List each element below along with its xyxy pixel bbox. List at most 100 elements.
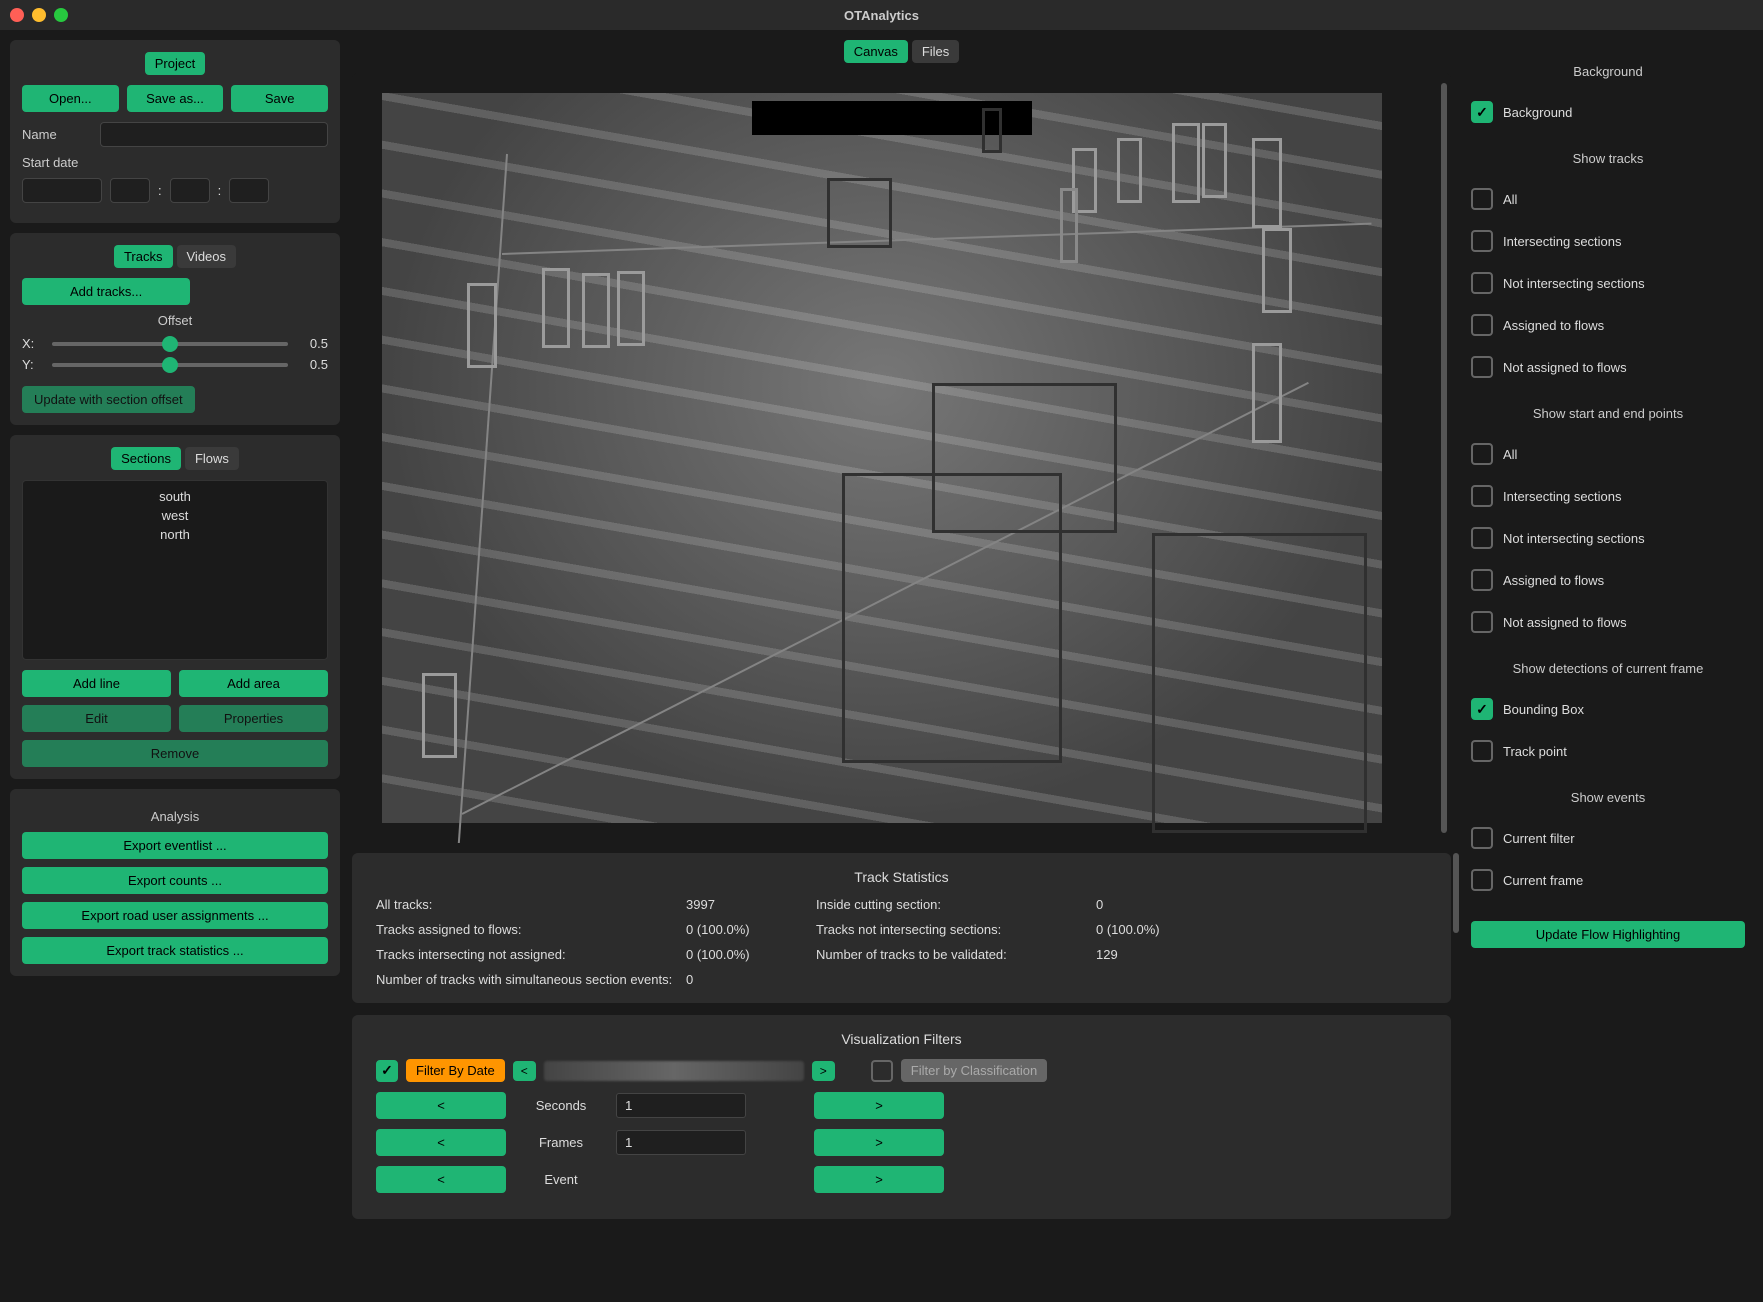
tab-flows[interactable]: Flows (185, 447, 239, 470)
tracks-not-assigned-checkbox[interactable] (1471, 356, 1493, 378)
tab-tracks[interactable]: Tracks (114, 245, 173, 268)
properties-button[interactable]: Properties (179, 705, 328, 732)
endpoints-intersecting-row[interactable]: Intersecting sections (1471, 485, 1745, 507)
offset-y-slider[interactable] (52, 363, 288, 367)
close-window-button[interactable] (10, 8, 24, 22)
endpoints-not-intersecting-row[interactable]: Not intersecting sections (1471, 527, 1745, 549)
tracks-not-assigned-row[interactable]: Not assigned to flows (1471, 356, 1745, 378)
list-item[interactable]: north (29, 525, 321, 544)
remove-button[interactable]: Remove (22, 740, 328, 767)
offset-y-value: 0.5 (298, 357, 328, 372)
canvas-viewport[interactable] (352, 73, 1451, 843)
export-track-stats-button[interactable]: Export track statistics ... (22, 937, 328, 964)
group-background: Background (1471, 64, 1745, 79)
export-road-user-button[interactable]: Export road user assignments ... (22, 902, 328, 929)
event-next-button[interactable]: > (814, 1166, 944, 1193)
sections-panel: Sections Flows south west north Add line… (10, 435, 340, 779)
endpoints-not-assigned-checkbox[interactable] (1471, 611, 1493, 633)
background-checkbox[interactable] (1471, 101, 1493, 123)
date-input[interactable] (22, 178, 102, 203)
project-panel: Project Open... Save as... Save Name Sta… (10, 40, 340, 223)
seconds-prev-button[interactable]: < (376, 1092, 506, 1119)
bbox-vehicle (932, 383, 1117, 533)
bbox-pedestrian (1202, 123, 1227, 198)
export-eventlist-button[interactable]: Export eventlist ... (22, 832, 328, 859)
offset-x-value: 0.5 (298, 336, 328, 351)
event-prev-button[interactable]: < (376, 1166, 506, 1193)
track-statistics-panel: Track Statistics All tracks: 3997 Inside… (352, 853, 1451, 1003)
tracks-not-intersecting-checkbox[interactable] (1471, 272, 1493, 294)
stats-scrollbar[interactable] (1453, 853, 1459, 933)
seconds-input[interactable] (616, 1093, 746, 1118)
save-button[interactable]: Save (231, 85, 328, 112)
endpoints-assigned-checkbox[interactable] (1471, 569, 1493, 591)
frames-next-button[interactable]: > (814, 1129, 944, 1156)
list-item[interactable]: west (29, 506, 321, 525)
minute-input[interactable] (170, 178, 210, 203)
current-frame-row[interactable]: Current frame (1471, 869, 1745, 891)
tracks-assigned-checkbox[interactable] (1471, 314, 1493, 336)
bbox-vehicle (827, 178, 892, 248)
filter-date-checkbox[interactable] (376, 1060, 398, 1082)
canvas-scrollbar[interactable] (1441, 83, 1447, 833)
analysis-panel: Analysis Export eventlist ... Export cou… (10, 789, 340, 976)
tracks-all-row[interactable]: All (1471, 188, 1745, 210)
add-line-button[interactable]: Add line (22, 670, 171, 697)
track-point-row[interactable]: Track point (1471, 740, 1745, 762)
endpoints-intersecting-checkbox[interactable] (1471, 485, 1493, 507)
endpoints-all-checkbox[interactable] (1471, 443, 1493, 465)
add-tracks-button[interactable]: Add tracks... (22, 278, 190, 305)
current-filter-checkbox[interactable] (1471, 827, 1493, 849)
tab-sections[interactable]: Sections (111, 447, 181, 470)
stat-label: All tracks: (376, 897, 686, 912)
date-next-button[interactable]: > (812, 1061, 835, 1081)
tab-files[interactable]: Files (912, 40, 959, 63)
bounding-box-row[interactable]: Bounding Box (1471, 698, 1745, 720)
endpoints-all-label: All (1503, 447, 1517, 462)
frames-input[interactable] (616, 1130, 746, 1155)
tracks-assigned-row[interactable]: Assigned to flows (1471, 314, 1745, 336)
filter-classification-checkbox[interactable] (871, 1060, 893, 1082)
endpoints-assigned-label: Assigned to flows (1503, 573, 1604, 588)
tracks-not-assigned-label: Not assigned to flows (1503, 360, 1627, 375)
save-as-button[interactable]: Save as... (127, 85, 224, 112)
second-input[interactable] (229, 178, 269, 203)
project-name-input[interactable] (100, 122, 328, 147)
update-flow-highlighting-button[interactable]: Update Flow Highlighting (1471, 921, 1745, 948)
track-point-checkbox[interactable] (1471, 740, 1493, 762)
sections-list[interactable]: south west north (22, 480, 328, 660)
endpoints-not-assigned-row[interactable]: Not assigned to flows (1471, 611, 1745, 633)
endpoints-all-row[interactable]: All (1471, 443, 1745, 465)
tracks-assigned-label: Assigned to flows (1503, 318, 1604, 333)
background-checkbox-row[interactable]: Background (1471, 101, 1745, 123)
bounding-box-checkbox[interactable] (1471, 698, 1493, 720)
add-area-button[interactable]: Add area (179, 670, 328, 697)
minimize-window-button[interactable] (32, 8, 46, 22)
frames-prev-button[interactable]: < (376, 1129, 506, 1156)
endpoints-not-intersecting-checkbox[interactable] (1471, 527, 1493, 549)
offset-x-slider[interactable] (52, 342, 288, 346)
tab-project[interactable]: Project (145, 52, 205, 75)
export-counts-button[interactable]: Export counts ... (22, 867, 328, 894)
maximize-window-button[interactable] (54, 8, 68, 22)
filter-date-badge[interactable]: Filter By Date (406, 1059, 505, 1082)
current-filter-row[interactable]: Current filter (1471, 827, 1745, 849)
tracks-intersecting-checkbox[interactable] (1471, 230, 1493, 252)
edit-button[interactable]: Edit (22, 705, 171, 732)
list-item[interactable]: south (29, 487, 321, 506)
current-frame-checkbox[interactable] (1471, 869, 1493, 891)
update-offset-button[interactable]: Update with section offset (22, 386, 195, 413)
endpoints-assigned-row[interactable]: Assigned to flows (1471, 569, 1745, 591)
tab-canvas[interactable]: Canvas (844, 40, 908, 63)
seconds-next-button[interactable]: > (814, 1092, 944, 1119)
tab-videos[interactable]: Videos (177, 245, 237, 268)
filter-classification-badge[interactable]: Filter by Classification (901, 1059, 1047, 1082)
seconds-label: Seconds (516, 1098, 606, 1113)
bbox-pedestrian (582, 273, 610, 348)
open-button[interactable]: Open... (22, 85, 119, 112)
date-prev-button[interactable]: < (513, 1061, 536, 1081)
tracks-not-intersecting-row[interactable]: Not intersecting sections (1471, 272, 1745, 294)
tracks-all-checkbox[interactable] (1471, 188, 1493, 210)
hour-input[interactable] (110, 178, 150, 203)
tracks-intersecting-row[interactable]: Intersecting sections (1471, 230, 1745, 252)
